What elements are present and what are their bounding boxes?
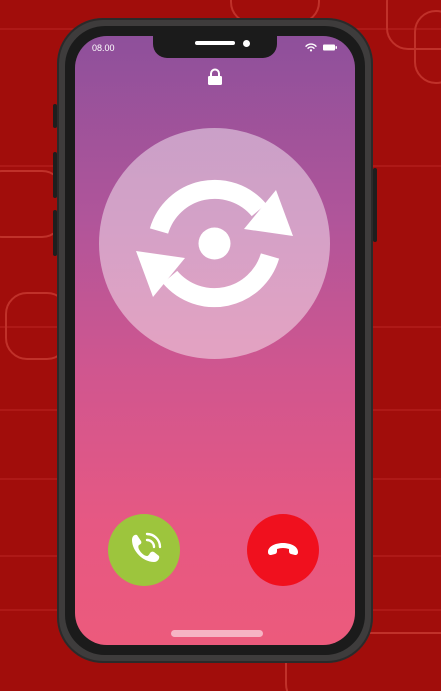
phone-device: 08.00 — [53, 18, 377, 663]
phone-decline-icon — [268, 543, 298, 555]
sync-icon — [136, 179, 293, 308]
status-icons — [305, 43, 337, 52]
decline-call-button[interactable] — [247, 514, 319, 586]
caller-avatar — [99, 128, 330, 359]
speaker — [195, 41, 235, 45]
volume-down-button — [53, 210, 57, 256]
front-camera — [243, 40, 250, 47]
volume-up-button — [53, 152, 57, 198]
status-time: 08.00 — [92, 43, 115, 53]
lock-icon — [208, 68, 222, 85]
answer-call-button[interactable] — [108, 514, 180, 586]
wifi-icon — [305, 43, 317, 52]
battery-icon — [323, 44, 337, 51]
incoming-call-screen: 08.00 — [75, 36, 355, 645]
power-button — [373, 168, 377, 242]
home-indicator[interactable] — [171, 630, 263, 637]
mute-switch — [53, 104, 57, 128]
phone-answer-icon — [132, 532, 162, 562]
notch — [153, 36, 277, 58]
